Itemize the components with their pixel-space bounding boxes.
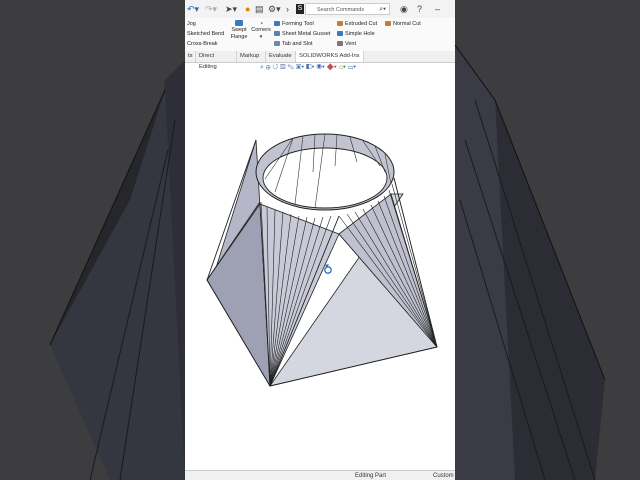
tab-direct-editing[interactable]: Direct Editing xyxy=(196,51,237,70)
background-blur-left xyxy=(0,0,185,480)
corners-button[interactable]: ◔ Corners ▾ xyxy=(250,20,272,41)
forming-tool-button[interactable]: Forming Tool xyxy=(274,21,314,28)
command-manager-ribbon: Jog Sketched Bend Cross-Break Swept Flan… xyxy=(185,18,455,52)
sheet-metal-transition-model xyxy=(206,133,438,387)
user-icon[interactable]: ◉ xyxy=(400,3,408,15)
solidworks-icon[interactable]: S xyxy=(296,4,304,14)
swept-flange-button[interactable]: Swept Flange xyxy=(229,20,249,41)
tab-slot-icon xyxy=(274,41,280,47)
undo-icon[interactable]: ↶▾ xyxy=(187,3,199,15)
expand-icon[interactable]: › xyxy=(286,3,289,15)
select-icon[interactable]: ➤▾ xyxy=(225,3,237,15)
redo-icon[interactable]: ↷▾ xyxy=(205,3,217,15)
heads-up-view-toolbar: ⌕ ⊕ ↺ ▧ ✎ ▣▾ ◧▾ ◉▾ ◆▾ ⌂▾ ▭▾ xyxy=(260,64,380,74)
status-bar: Editing Part Custom xyxy=(185,470,455,480)
view-settings-icon[interactable]: ▭▾ xyxy=(348,64,356,71)
cross-break-button[interactable]: Cross-Break xyxy=(187,41,218,48)
normal-cut-button[interactable]: Normal Cut xyxy=(385,21,421,28)
forming-tool-icon xyxy=(274,21,280,27)
tab-evaluate[interactable]: Evaluate xyxy=(266,51,296,62)
appearance-icon[interactable]: ◆▾ xyxy=(327,64,337,71)
tab-and-slot-button[interactable]: Tab and Slot xyxy=(274,41,313,48)
dynamic-annotation-icon[interactable]: ✎ xyxy=(288,64,294,71)
options-icon[interactable]: ⚙▾ xyxy=(268,3,281,15)
minimize-icon[interactable]: – xyxy=(435,3,440,15)
extruded-cut-button[interactable]: Extruded Cut xyxy=(337,21,377,28)
section-view-icon[interactable]: ▧ xyxy=(280,64,285,71)
rebuild-icon[interactable]: ● xyxy=(245,3,250,15)
file-properties-icon[interactable]: ▤ xyxy=(255,3,264,15)
scene-icon[interactable]: ⌂▾ xyxy=(339,64,346,71)
swept-flange-icon xyxy=(235,20,243,26)
view-orientation-icon[interactable]: ▣▾ xyxy=(296,64,304,71)
hide-show-icon[interactable]: ◉▾ xyxy=(316,64,324,71)
previous-view-icon[interactable]: ↺ xyxy=(272,64,278,71)
tab-sheet-metal[interactable]: ts xyxy=(185,51,196,62)
simple-hole-icon xyxy=(337,31,343,37)
background-blur-right xyxy=(455,0,640,480)
sheet-metal-gusset-button[interactable]: Sheet Metal Gusset xyxy=(274,31,330,38)
gusset-icon xyxy=(274,31,280,37)
corners-dropdown-icon[interactable]: ▾ xyxy=(250,34,272,41)
tab-solidworks-add-ins[interactable]: SOLIDWORKS Add-Ins xyxy=(296,51,364,62)
vent-button[interactable]: Vent xyxy=(337,41,356,48)
zoom-to-fit-icon[interactable]: ⌕ xyxy=(260,64,264,71)
quick-access-toolbar: ↶▾ ↷▾ ➤▾ ● ▤ ⚙▾ › S Search Commands ⌕▾ ◉… xyxy=(185,0,455,19)
editing-status: Editing Part xyxy=(355,473,387,479)
command-tabs: ts Direct Editing Markup Evaluate SOLIDW… xyxy=(185,51,455,70)
zoom-area-icon[interactable]: ⊕ xyxy=(266,64,271,71)
sketched-bend-button[interactable]: Sketched Bend xyxy=(187,31,224,38)
units-status[interactable]: Custom xyxy=(433,471,454,480)
extruded-cut-icon xyxy=(337,21,343,27)
normal-cut-icon xyxy=(385,21,391,27)
vent-icon xyxy=(337,41,343,47)
rotate-cursor-icon xyxy=(324,264,332,274)
search-placeholder: Search Commands xyxy=(317,7,365,13)
corners-icon: ◔ xyxy=(258,19,264,28)
search-commands-input[interactable]: Search Commands ⌕▾ xyxy=(305,3,390,15)
graphics-area[interactable] xyxy=(185,74,455,470)
jog-button[interactable]: Jog xyxy=(187,21,196,28)
tab-markup[interactable]: Markup xyxy=(237,51,266,62)
simple-hole-button[interactable]: Simple Hole xyxy=(337,31,375,38)
solidworks-window: ↶▾ ↷▾ ➤▾ ● ▤ ⚙▾ › S Search Commands ⌕▾ ◉… xyxy=(185,0,455,480)
search-icon[interactable]: ⌕▾ xyxy=(379,4,386,16)
help-icon[interactable]: ? xyxy=(417,3,422,15)
display-style-icon[interactable]: ◧▾ xyxy=(306,64,314,71)
